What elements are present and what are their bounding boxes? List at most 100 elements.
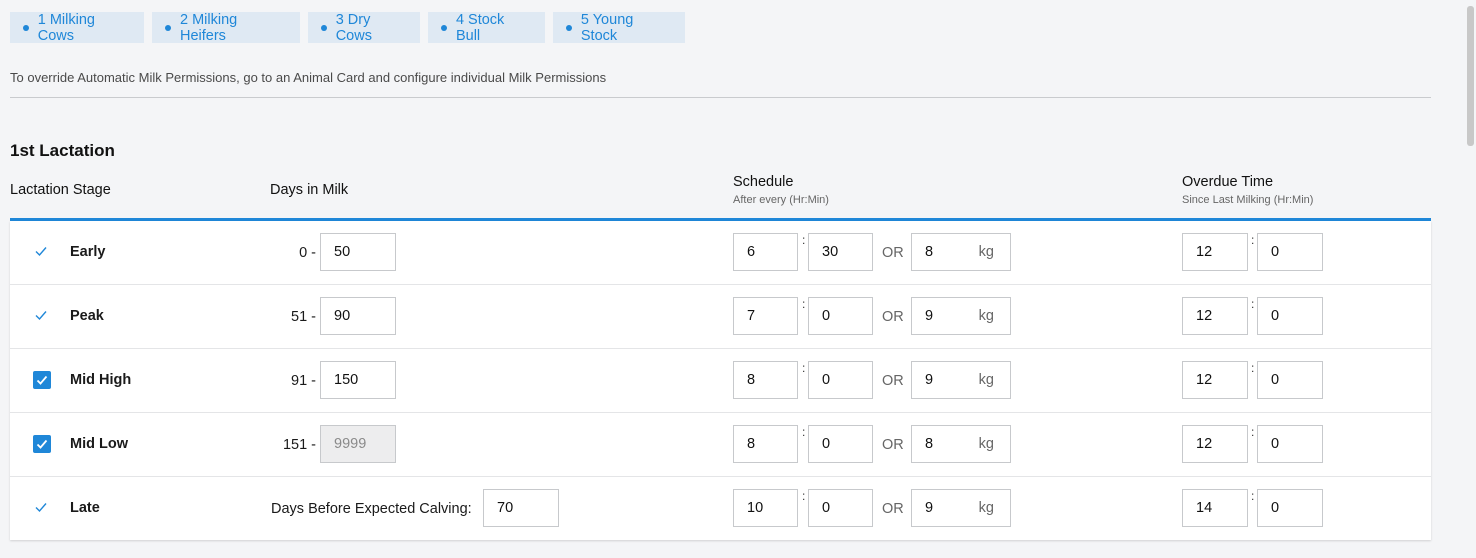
stage-name: Mid High	[70, 372, 132, 388]
stage-name: Early	[70, 244, 106, 260]
tab-dry-cows[interactable]: 3 Dry Cows	[308, 12, 420, 44]
kg-input[interactable]: 8 kg	[911, 425, 1011, 463]
kg-unit: kg	[978, 372, 994, 388]
header-overdue-time: Overdue Time	[1182, 174, 1274, 190]
or-label: OR	[882, 501, 904, 517]
check-icon[interactable]	[34, 500, 48, 514]
schedule-min-input[interactable]: 30	[808, 233, 873, 271]
overdue-min-input[interactable]: 0	[1257, 425, 1323, 463]
stage-name: Late	[70, 500, 100, 516]
overdue-hour-input[interactable]: 12	[1182, 425, 1248, 463]
checkbox-checked[interactable]	[33, 371, 51, 389]
tab-label: 2 Milking Heifers	[179, 11, 238, 44]
divider	[10, 97, 1431, 98]
overdue-min-input[interactable]: 0	[1257, 297, 1323, 335]
table-row-peak: Peak 51 - 90 7 : 0 OR 9 kg 12 : 0	[10, 285, 1431, 349]
checkbox-checked[interactable]	[33, 435, 51, 453]
colon: :	[802, 233, 806, 247]
overdue-hour-input[interactable]: 14	[1182, 489, 1248, 527]
dim-from: 51 -	[291, 309, 316, 325]
header-schedule: Schedule	[733, 174, 794, 190]
kg-unit: kg	[978, 244, 994, 260]
dim-to-input-disabled: 9999	[320, 425, 396, 463]
dim-to-input[interactable]: 150	[320, 361, 396, 399]
overdue-hour-input[interactable]: 12	[1182, 233, 1248, 271]
colon: :	[802, 297, 806, 311]
table-row-mid-low: Mid Low 151 - 9999 8 : 0 OR 8 kg 12 : 0	[10, 413, 1431, 477]
header-overdue-sub: Since Last Milking (Hr:Min)	[1182, 194, 1314, 206]
overdue-min-input[interactable]: 0	[1257, 489, 1323, 527]
schedule-min-input[interactable]: 0	[808, 489, 873, 527]
bullet-icon	[23, 24, 29, 31]
overdue-hour-input[interactable]: 12	[1182, 361, 1248, 399]
tab-label: 5 Young Stock	[580, 11, 634, 44]
days-before-calving-label: Days Before Expected Calving:	[271, 501, 472, 517]
header-lactation-stage: Lactation Stage	[10, 182, 111, 198]
overdue-min-input[interactable]: 0	[1257, 361, 1323, 399]
colon: :	[1251, 361, 1255, 375]
colon: :	[1251, 489, 1255, 503]
table-row-early: Early 0 - 50 6 : 30 OR 8 kg 12 : 0	[10, 221, 1431, 285]
check-icon	[36, 439, 48, 449]
dim-from: 151 -	[282, 437, 316, 453]
section-title: 1st Lactation	[10, 141, 115, 160]
days-before-calving-input[interactable]: 70	[483, 489, 559, 527]
colon: :	[1251, 297, 1255, 311]
bullet-icon	[165, 24, 171, 31]
dim-from: 0 -	[299, 245, 316, 261]
tab-young-stock[interactable]: 5 Young Stock	[553, 11, 685, 44]
kg-input[interactable]: 9 kg	[911, 489, 1011, 527]
bullet-icon	[441, 24, 447, 31]
table-row-late: Late Days Before Expected Calving: 70 10…	[10, 477, 1431, 540]
kg-value: 9	[925, 308, 934, 324]
or-label: OR	[882, 245, 904, 261]
colon: :	[802, 361, 806, 375]
or-label: OR	[882, 373, 904, 389]
kg-unit: kg	[978, 436, 994, 452]
or-label: OR	[882, 309, 904, 325]
tab-milking-heifers[interactable]: 2 Milking Heifers	[152, 11, 300, 44]
colon: :	[802, 425, 806, 439]
kg-input[interactable]: 9 kg	[911, 297, 1011, 335]
dim-to-input[interactable]: 50	[320, 233, 396, 271]
tab-label: 4 Stock Bull	[455, 11, 505, 44]
kg-input[interactable]: 9 kg	[911, 361, 1011, 399]
override-notice: To override Automatic Milk Permissions, …	[10, 70, 607, 85]
tab-label: 1 Milking Cows	[37, 11, 95, 44]
schedule-hour-input[interactable]: 7	[733, 297, 798, 335]
dim-to-input[interactable]: 90	[320, 297, 396, 335]
scrollbar-thumb[interactable]	[1467, 6, 1474, 146]
bullet-icon	[566, 24, 572, 31]
stage-name: Mid Low	[70, 436, 128, 452]
tab-stock-bull[interactable]: 4 Stock Bull	[428, 11, 545, 44]
kg-value: 8	[925, 436, 934, 452]
lactation-table: Early 0 - 50 6 : 30 OR 8 kg 12 : 0 Peak 5…	[10, 221, 1431, 540]
overdue-hour-input[interactable]: 12	[1182, 297, 1248, 335]
check-icon	[36, 375, 48, 385]
schedule-hour-input[interactable]: 8	[733, 425, 798, 463]
check-icon[interactable]	[34, 308, 48, 322]
stage-name: Peak	[70, 308, 104, 324]
schedule-hour-input[interactable]: 6	[733, 233, 798, 271]
header-schedule-sub: After every (Hr:Min)	[733, 194, 829, 206]
schedule-min-input[interactable]: 0	[808, 425, 873, 463]
header-days-in-milk: Days in Milk	[270, 182, 349, 198]
overdue-min-input[interactable]: 0	[1257, 233, 1323, 271]
kg-unit: kg	[978, 500, 994, 516]
tab-milking-cows[interactable]: 1 Milking Cows	[10, 11, 144, 44]
schedule-min-input[interactable]: 0	[808, 361, 873, 399]
bullet-icon	[321, 24, 327, 31]
colon: :	[1251, 233, 1255, 247]
or-label: OR	[882, 437, 904, 453]
schedule-hour-input[interactable]: 8	[733, 361, 798, 399]
schedule-min-input[interactable]: 0	[808, 297, 873, 335]
colon: :	[1251, 425, 1255, 439]
check-icon[interactable]	[34, 244, 48, 258]
kg-unit: kg	[978, 308, 994, 324]
kg-input[interactable]: 8 kg	[911, 233, 1011, 271]
table-row-mid-high: Mid High 91 - 150 8 : 0 OR 9 kg 12 : 0	[10, 349, 1431, 413]
kg-value: 9	[925, 500, 934, 516]
dim-from: 91 -	[291, 373, 316, 389]
kg-value: 8	[925, 244, 934, 260]
schedule-hour-input[interactable]: 10	[733, 489, 798, 527]
